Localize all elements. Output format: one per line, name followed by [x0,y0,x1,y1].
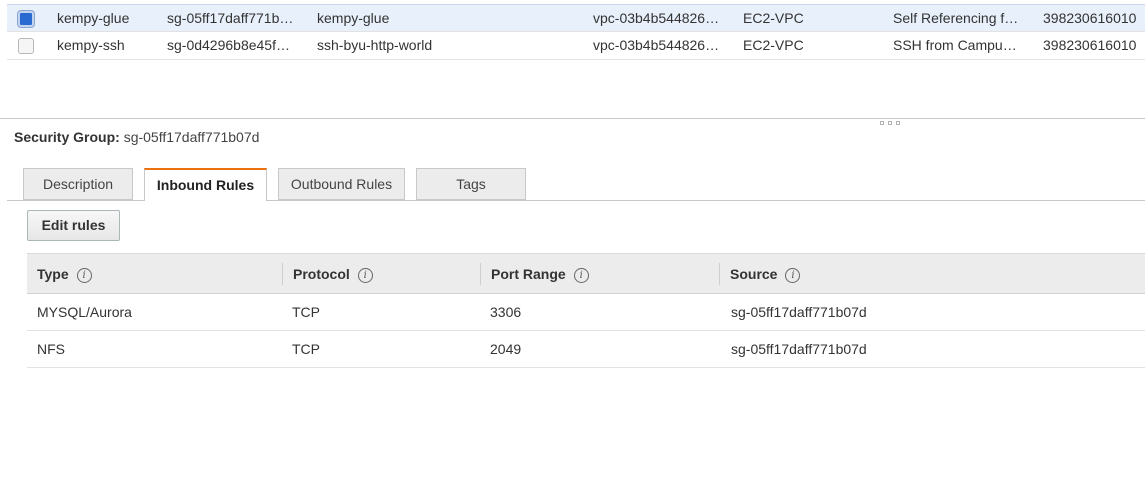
sg-description: SSH from Campu… [893,37,1017,53]
resize-handle-icon[interactable] [880,121,908,126]
rule-source: sg-05ff17daff771b07d [731,304,867,320]
tab-outbound-rules[interactable]: Outbound Rules [278,168,405,200]
detail-group-id: sg-05ff17daff771b07d [123,129,260,145]
column-label: Protocol [293,266,350,282]
sg-owner: 398230616010 [1043,37,1137,53]
tab-description[interactable]: Description [23,168,133,200]
table-row[interactable]: kempy-glue sg-05ff17daff771b… kempy-glue… [7,4,1145,32]
row-checkbox[interactable] [18,38,34,54]
column-header-type[interactable]: Type i [27,254,282,294]
edit-rules-button[interactable]: Edit rules [27,210,120,241]
sg-vpc-id: vpc-03b4b544826… [593,37,720,53]
info-icon[interactable]: i [76,267,92,283]
sg-group-name: kempy-glue [317,10,390,26]
table-row: MYSQL/Aurora TCP 3306 sg-05ff17daff771b0… [27,294,1145,331]
rule-type: NFS [37,341,65,357]
sg-name: kempy-ssh [57,37,125,53]
sg-group-name: ssh-byu-http-world [317,37,433,53]
table-header: Type i Protocol i Port Range i Source i [27,253,1145,294]
column-label: Source [730,266,778,282]
column-label: Type [37,266,69,282]
inbound-rules-table: Type i Protocol i Port Range i Source i MYSQ… [27,253,1145,368]
info-icon[interactable]: i [357,267,373,283]
column-header-source[interactable]: Source i [719,263,1139,285]
rule-source: sg-05ff17daff771b07d [731,341,867,357]
sg-description: Self Referencing f… [893,10,1019,26]
sg-type: EC2-VPC [743,37,804,53]
rule-protocol: TCP [292,341,320,357]
rule-port-range: 3306 [490,304,522,320]
detail-label: Security Group: [14,129,120,145]
sg-type: EC2-VPC [743,10,804,26]
column-label: Port Range [491,266,566,282]
pane-divider[interactable] [0,118,1145,119]
detail-title: Security Group: sg-05ff17daff771b07d [14,129,259,145]
table-row[interactable]: kempy-ssh sg-0d4296b8e45f… ssh-byu-http-… [7,32,1145,60]
sg-group-id: sg-0d4296b8e45f… [167,37,290,53]
tab-inbound-rules[interactable]: Inbound Rules [144,168,267,201]
row-checkbox[interactable] [18,11,34,27]
info-icon[interactable]: i [573,267,589,283]
rule-port-range: 2049 [490,341,522,357]
rule-protocol: TCP [292,304,320,320]
sg-owner: 398230616010 [1043,10,1137,26]
column-header-port-range[interactable]: Port Range i [480,263,719,285]
sg-group-id: sg-05ff17daff771b… [167,10,294,26]
column-header-protocol[interactable]: Protocol i [282,263,479,285]
sg-name: kempy-glue [57,10,130,26]
tab-tags[interactable]: Tags [416,168,526,200]
table-row: NFS TCP 2049 sg-05ff17daff771b07d [27,331,1145,368]
info-icon[interactable]: i [785,267,801,283]
rule-type: MYSQL/Aurora [37,304,132,320]
sg-vpc-id: vpc-03b4b544826… [593,10,720,26]
